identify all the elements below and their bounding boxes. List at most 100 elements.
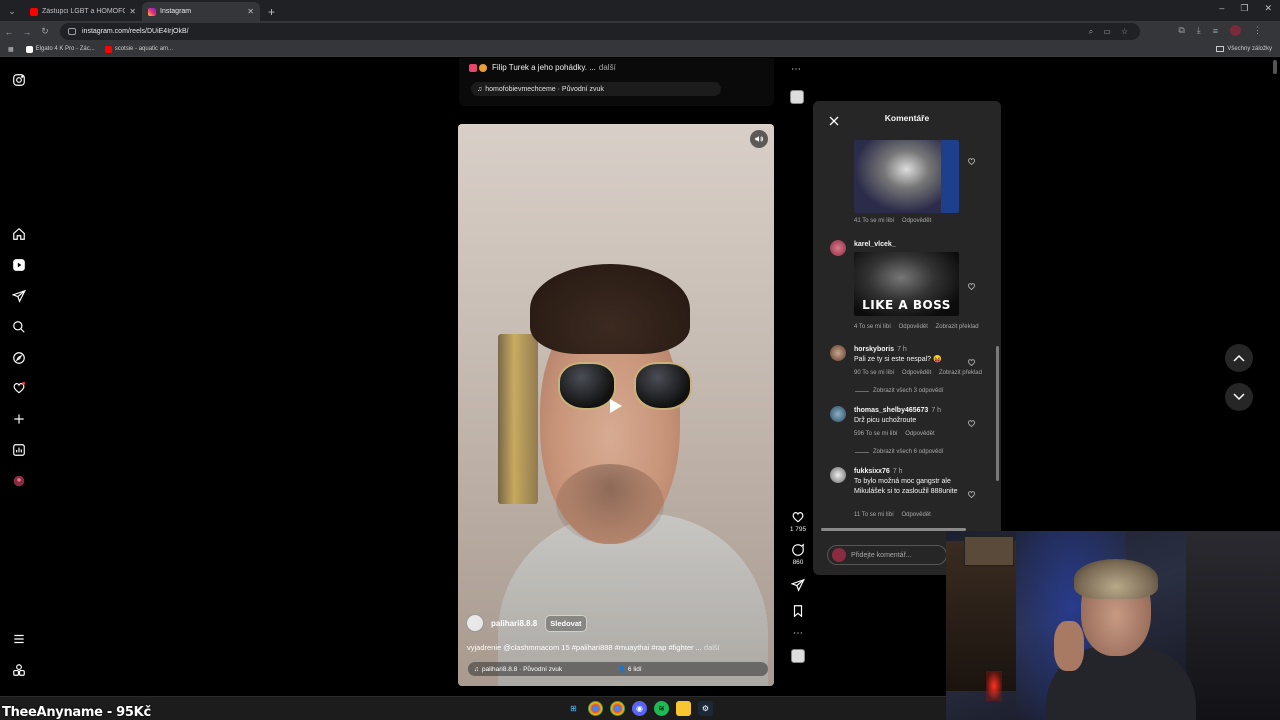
chrome-menu-icon[interactable]: ⋮	[1253, 25, 1262, 36]
apps-icon[interactable]: ▦	[8, 46, 14, 53]
messages-icon[interactable]	[11, 288, 27, 304]
comment-likes[interactable]: 90 To se mi líbí	[854, 370, 894, 376]
back-icon[interactable]: ←	[0, 27, 18, 37]
commenter-avatar[interactable]	[830, 345, 846, 361]
extensions-icon[interactable]: ⧉	[1178, 25, 1184, 36]
bookmarks-bar: ▦ Elgato 4 K Pro - Zác... scotsie - aqua…	[0, 42, 1280, 57]
comment-like-icon[interactable]	[967, 486, 977, 499]
comment-username[interactable]: fukksixx76	[854, 468, 890, 475]
comment-like-icon[interactable]	[967, 415, 977, 428]
follow-button[interactable]: Sledovat	[545, 614, 587, 632]
reels-icon[interactable]	[11, 257, 27, 273]
previous-reel-card[interactable]: Filip Turek a jeho pohádky. ... další ♫ …	[459, 58, 774, 106]
maximize-icon[interactable]: ❐	[1240, 3, 1248, 14]
reply-link[interactable]: Odpovědět	[902, 370, 931, 376]
translate-link[interactable]: Zobrazit překlad	[936, 324, 979, 330]
reload-icon[interactable]: ↻	[36, 26, 54, 37]
more-link[interactable]: další	[704, 643, 720, 652]
tab-search-icon[interactable]: ⌄	[3, 2, 21, 20]
cast-icon[interactable]: ▭	[1103, 27, 1111, 37]
author-avatar[interactable]	[466, 614, 484, 632]
play-icon[interactable]	[606, 396, 626, 416]
tab-close-icon[interactable]: ✕	[129, 7, 136, 16]
comment-username[interactable]: karel_vlcek_	[854, 241, 896, 248]
author-name[interactable]: palihari8.8.8	[491, 619, 537, 628]
translate-link[interactable]: Zobrazit překlad	[939, 370, 982, 376]
commenter-avatar[interactable]	[830, 467, 846, 483]
like-button[interactable]: 1 795	[787, 510, 809, 533]
comment-likes[interactable]: 11 To se mi líbí	[854, 512, 894, 518]
share-button[interactable]	[787, 578, 809, 592]
all-bookmarks[interactable]: Všechny záložky	[1216, 46, 1272, 52]
bookmark-star-icon[interactable]: ☆	[1121, 27, 1128, 37]
comment-username[interactable]: horskyboris	[854, 346, 894, 353]
profile-avatar[interactable]	[11, 473, 27, 489]
more-link[interactable]: další	[599, 63, 616, 72]
create-icon[interactable]	[11, 411, 27, 427]
comment-likes[interactable]: 4 To se mi líbí	[854, 324, 891, 330]
close-icon[interactable]	[829, 113, 839, 126]
dashboard-icon[interactable]	[11, 442, 27, 458]
zoom-icon[interactable]: ⌕	[1089, 27, 1093, 37]
next-reel-button[interactable]	[1225, 383, 1253, 411]
commenter-avatar[interactable]	[830, 240, 846, 256]
comments-scrollbar[interactable]	[996, 141, 999, 526]
comment-like-icon[interactable]	[967, 278, 977, 291]
reply-link[interactable]: Odpovědět	[902, 218, 931, 224]
file-explorer-icon[interactable]	[676, 701, 691, 716]
close-window-icon[interactable]: ✕	[1264, 3, 1272, 14]
notifications-icon[interactable]	[11, 380, 27, 396]
bookmark-item[interactable]: Elgato 4 K Pro - Zác...	[25, 45, 95, 53]
downloads-icon[interactable]: ⤓	[1197, 25, 1201, 36]
reel-audio[interactable]: ♫ palihari8.8.8 · Původní zvuk 👤 6 lidí	[468, 662, 768, 676]
search-icon[interactable]	[11, 319, 27, 335]
reel-video[interactable]: palihari8.8.8 Sledovat vyjadrenie @clash…	[458, 124, 774, 686]
save-button[interactable]	[787, 604, 809, 618]
threads-icon[interactable]	[11, 662, 27, 678]
comment-button[interactable]: 860	[787, 543, 809, 566]
profile-avatar[interactable]	[1230, 25, 1241, 36]
site-info-icon[interactable]	[68, 28, 76, 35]
previous-reel-button[interactable]	[1225, 344, 1253, 372]
start-icon[interactable]: ⊞	[566, 701, 581, 716]
tab-youtube[interactable]: Zástupci LGBT a HOMOFÓBOVÉ ✕	[24, 2, 142, 21]
tab-instagram[interactable]: Instagram ✕	[142, 2, 260, 21]
commenter-avatar[interactable]	[830, 406, 846, 422]
tagged-people[interactable]: 👤 6 lidí	[618, 665, 642, 673]
media-icon[interactable]: ≡	[1213, 26, 1218, 36]
prev-more-options-icon[interactable]: ⋯	[791, 64, 801, 75]
minimize-icon[interactable]: –	[1219, 3, 1224, 14]
bookmark-item[interactable]: scotsie - aquatic am...	[104, 45, 173, 53]
reply-link[interactable]: Odpovědět	[899, 324, 928, 330]
view-replies[interactable]: Zobrazit všech 6 odpovědí	[855, 449, 943, 455]
explore-icon[interactable]	[11, 350, 27, 366]
address-bar[interactable]: instagram.com/reels/DUiE4IrjOkB/ ⌕ ▭ ☆	[60, 23, 1140, 40]
reply-link[interactable]: Odpovědět	[901, 512, 930, 518]
instagram-logo-icon[interactable]	[11, 72, 27, 88]
chrome-alt-icon[interactable]	[610, 701, 625, 716]
comment-likes[interactable]: 596 To se mi líbí	[854, 431, 898, 437]
comment-input[interactable]: Přidejte komentář...	[827, 545, 947, 565]
tab-close-icon[interactable]: ✕	[247, 7, 254, 16]
prev-caption-text: Filip Turek a jeho pohádky. ...	[492, 63, 596, 72]
forward-icon[interactable]: →	[18, 27, 36, 37]
steam-icon[interactable]: ⚙	[698, 701, 713, 716]
comment-likes[interactable]: 41 To se mi líbí	[854, 218, 894, 224]
reply-link[interactable]: Odpovědět	[905, 431, 934, 437]
spotify-icon[interactable]: ≋	[654, 701, 669, 716]
discord-icon[interactable]: ◉	[632, 701, 647, 716]
comment-like-icon[interactable]	[967, 354, 977, 367]
audio-thumb-icon[interactable]	[791, 649, 805, 663]
comment-username[interactable]: thomas_shelby465673	[854, 407, 928, 414]
menu-icon[interactable]	[11, 631, 27, 647]
comment-user[interactable]: karel_vlcek_	[854, 241, 896, 248]
more-options-icon[interactable]: ⋯	[787, 628, 809, 639]
new-tab-button[interactable]: +	[268, 5, 275, 19]
comment-like-icon[interactable]	[967, 153, 977, 166]
chrome-icon[interactable]	[588, 701, 603, 716]
home-icon[interactable]	[11, 226, 27, 242]
view-replies[interactable]: Zobrazit všech 3 odpovědí	[855, 388, 943, 394]
prev-audio-thumb-icon[interactable]	[790, 90, 804, 104]
previous-reel-audio[interactable]: ♫ homofobievmechceme · Původní zvuk	[471, 82, 721, 96]
sound-icon[interactable]	[750, 130, 768, 148]
